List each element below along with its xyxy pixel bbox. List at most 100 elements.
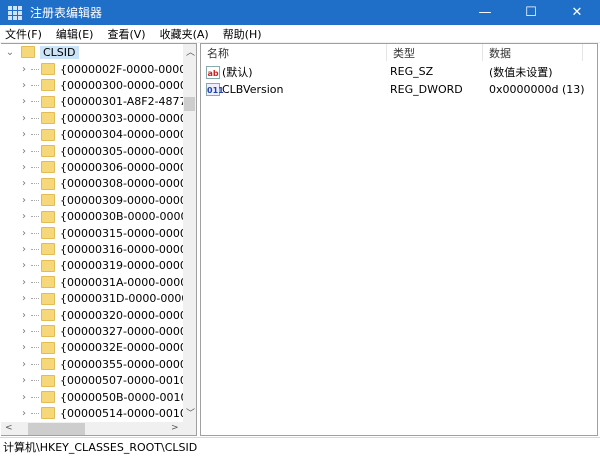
tree-horizontal-scrollbar[interactable]: < > — [1, 422, 183, 435]
tree-line — [31, 216, 39, 218]
chevron-right-icon[interactable]: › — [19, 146, 29, 157]
value-row[interactable]: 011CLBVersion REG_DWORD 0x0000000d (13) — [201, 81, 597, 98]
regedit-app-icon — [8, 5, 22, 20]
chevron-right-icon[interactable]: › — [19, 113, 29, 124]
tree-node[interactable]: › {00000308-0000-0000-C000 — [19, 176, 196, 192]
tree-node-label: {00000320-0000-0000-C000 — [60, 308, 196, 322]
tree-node-label: {00000305-0000-0000-C000 — [60, 144, 196, 158]
chevron-right-icon[interactable]: › — [19, 408, 29, 419]
chevron-right-icon[interactable]: › — [19, 178, 29, 189]
scroll-down-icon[interactable]: ﹀ — [186, 406, 195, 419]
chevron-right-icon[interactable]: › — [19, 228, 29, 239]
tree-node[interactable]: › {00000327-0000-0000-C000 — [19, 323, 196, 339]
chevron-right-icon[interactable]: › — [19, 260, 29, 271]
tree-node-label: {00000303-0000-0000-C000 — [60, 111, 196, 125]
string-value-icon: ab — [206, 66, 220, 79]
tree-node-label: {00000300-0000-0000-C000 — [60, 78, 196, 92]
tree-node[interactable]: › {00000300-0000-0000-C000 — [19, 77, 196, 93]
window-title: 注册表编辑器 — [30, 6, 103, 20]
chevron-right-icon[interactable]: › — [19, 293, 29, 304]
tree-line — [31, 84, 39, 86]
registry-tree: ⌄ CLSID › {0000002F-0000-0000-C000 › {00000… — [1, 43, 197, 436]
tree-node[interactable]: › {0000002F-0000-0000-C000 — [19, 61, 196, 77]
tree-node[interactable]: › {0000032E-0000-0000-C000 — [19, 340, 196, 356]
folder-icon — [41, 325, 55, 338]
tree-node[interactable]: › {0000030B-0000-0000-C000 — [19, 209, 196, 225]
value-row[interactable]: ab (默认) REG_SZ (数值未设置) — [201, 63, 597, 80]
scroll-thumb[interactable] — [184, 97, 195, 111]
chevron-right-icon[interactable]: › — [19, 195, 29, 206]
chevron-down-icon[interactable]: ⌄ — [5, 47, 15, 58]
tree-line — [31, 166, 39, 168]
menu-help[interactable]: 帮助(H) — [223, 26, 262, 42]
values-list: 名称 类型 数据 ab (默认) REG_SZ (数值未设置) 011CLBVer… — [200, 43, 598, 436]
tree-node[interactable]: › {00000320-0000-0000-C000 — [19, 307, 196, 323]
column-header-name[interactable]: 名称 — [201, 44, 387, 61]
chevron-right-icon[interactable]: › — [19, 96, 29, 107]
menu-edit[interactable]: 编辑(E) — [56, 26, 94, 42]
folder-icon — [41, 309, 55, 321]
tree-node[interactable]: › {00000319-0000-0000-C000 — [19, 258, 196, 274]
minimize-button[interactable]: — — [462, 0, 508, 25]
tree-node[interactable]: › {00000303-0000-0000-C000 — [19, 110, 196, 126]
tree-node[interactable]: › {0000031D-0000-0000-C000 — [19, 291, 196, 307]
chevron-right-icon[interactable]: › — [19, 342, 29, 353]
tree-line — [31, 248, 39, 250]
tree-node[interactable]: › {0000050B-0000-0010-8000 — [19, 389, 196, 405]
scroll-corner — [183, 422, 196, 435]
tree-node[interactable]: › {00000309-0000-0000-C000 — [19, 192, 196, 208]
chevron-right-icon[interactable]: › — [19, 392, 29, 403]
tree-node[interactable]: › {00000305-0000-0000-C000 — [19, 143, 196, 159]
tree-node[interactable]: › {00000306-0000-0000-C000 — [19, 159, 196, 175]
menu-favorites[interactable]: 收藏夹(A) — [160, 26, 209, 42]
chevron-right-icon[interactable]: › — [19, 359, 29, 370]
folder-icon — [41, 292, 55, 305]
menu-bar: 文件(F) 编辑(E) 查看(V) 收藏夹(A) 帮助(H) — [0, 25, 600, 43]
maximize-button[interactable]: ☐ — [508, 0, 554, 25]
scroll-left-icon[interactable]: < — [5, 423, 13, 433]
scroll-up-icon[interactable]: ︿ — [186, 45, 195, 58]
chevron-right-icon[interactable]: › — [19, 310, 29, 321]
tree-node[interactable]: › {00000514-0000-0010-8000 — [19, 405, 196, 421]
menu-file[interactable]: 文件(F) — [5, 26, 42, 42]
chevron-right-icon[interactable]: › — [19, 80, 29, 91]
tree-line — [31, 396, 39, 398]
chevron-right-icon[interactable]: › — [19, 277, 29, 288]
chevron-right-icon[interactable]: › — [19, 244, 29, 255]
tree-node[interactable]: › {0000031A-0000-0000-C000 — [19, 274, 196, 290]
tree-node-label: {0000031D-0000-0000-C000 — [60, 292, 196, 306]
tree-line — [31, 281, 39, 283]
tree-node-clsid[interactable]: ⌄ CLSID — [5, 44, 79, 60]
value-data: (数值未设置) — [489, 65, 553, 79]
column-header-data[interactable]: 数据 — [483, 44, 583, 61]
column-header-type[interactable]: 类型 — [387, 44, 483, 61]
close-button[interactable]: ✕ — [554, 0, 600, 25]
chevron-right-icon[interactable]: › — [19, 64, 29, 75]
folder-icon — [41, 177, 55, 190]
folder-icon — [41, 161, 55, 174]
tree-node[interactable]: › {00000316-0000-0000-C000 — [19, 241, 196, 257]
scroll-thumb[interactable] — [28, 423, 85, 435]
tree-node-label: {00000514-0000-0010-8000 — [60, 406, 196, 420]
tree-node[interactable]: › {00000315-0000-0000-C000 — [19, 225, 196, 241]
folder-icon — [41, 210, 55, 223]
tree-vertical-scrollbar[interactable]: ︿ ﹀ — [183, 44, 196, 422]
chevron-right-icon[interactable]: › — [19, 326, 29, 337]
tree-node[interactable]: › {00000304-0000-0000-C000 — [19, 127, 196, 143]
menu-view[interactable]: 查看(V) — [107, 26, 145, 42]
tree-node-label: CLSID — [40, 45, 79, 59]
tree-line — [31, 412, 39, 414]
chevron-right-icon[interactable]: › — [19, 129, 29, 140]
chevron-right-icon[interactable]: › — [19, 375, 29, 386]
folder-icon — [41, 407, 55, 420]
tree-line — [31, 380, 39, 382]
chevron-right-icon[interactable]: › — [19, 162, 29, 173]
tree-node[interactable]: › {00000355-0000-0000-C000 — [19, 356, 196, 372]
tree-node-label: {0000031A-0000-0000-C000 — [60, 275, 196, 289]
tree-node[interactable]: › {00000301-A8F2-4877-BA0A — [19, 94, 196, 110]
chevron-right-icon[interactable]: › — [19, 211, 29, 222]
scroll-right-icon[interactable]: > — [171, 423, 179, 433]
tree-node[interactable]: › {00000507-0000-0010-8000 — [19, 373, 196, 389]
tree-line — [31, 199, 39, 201]
tree-line — [31, 265, 39, 267]
